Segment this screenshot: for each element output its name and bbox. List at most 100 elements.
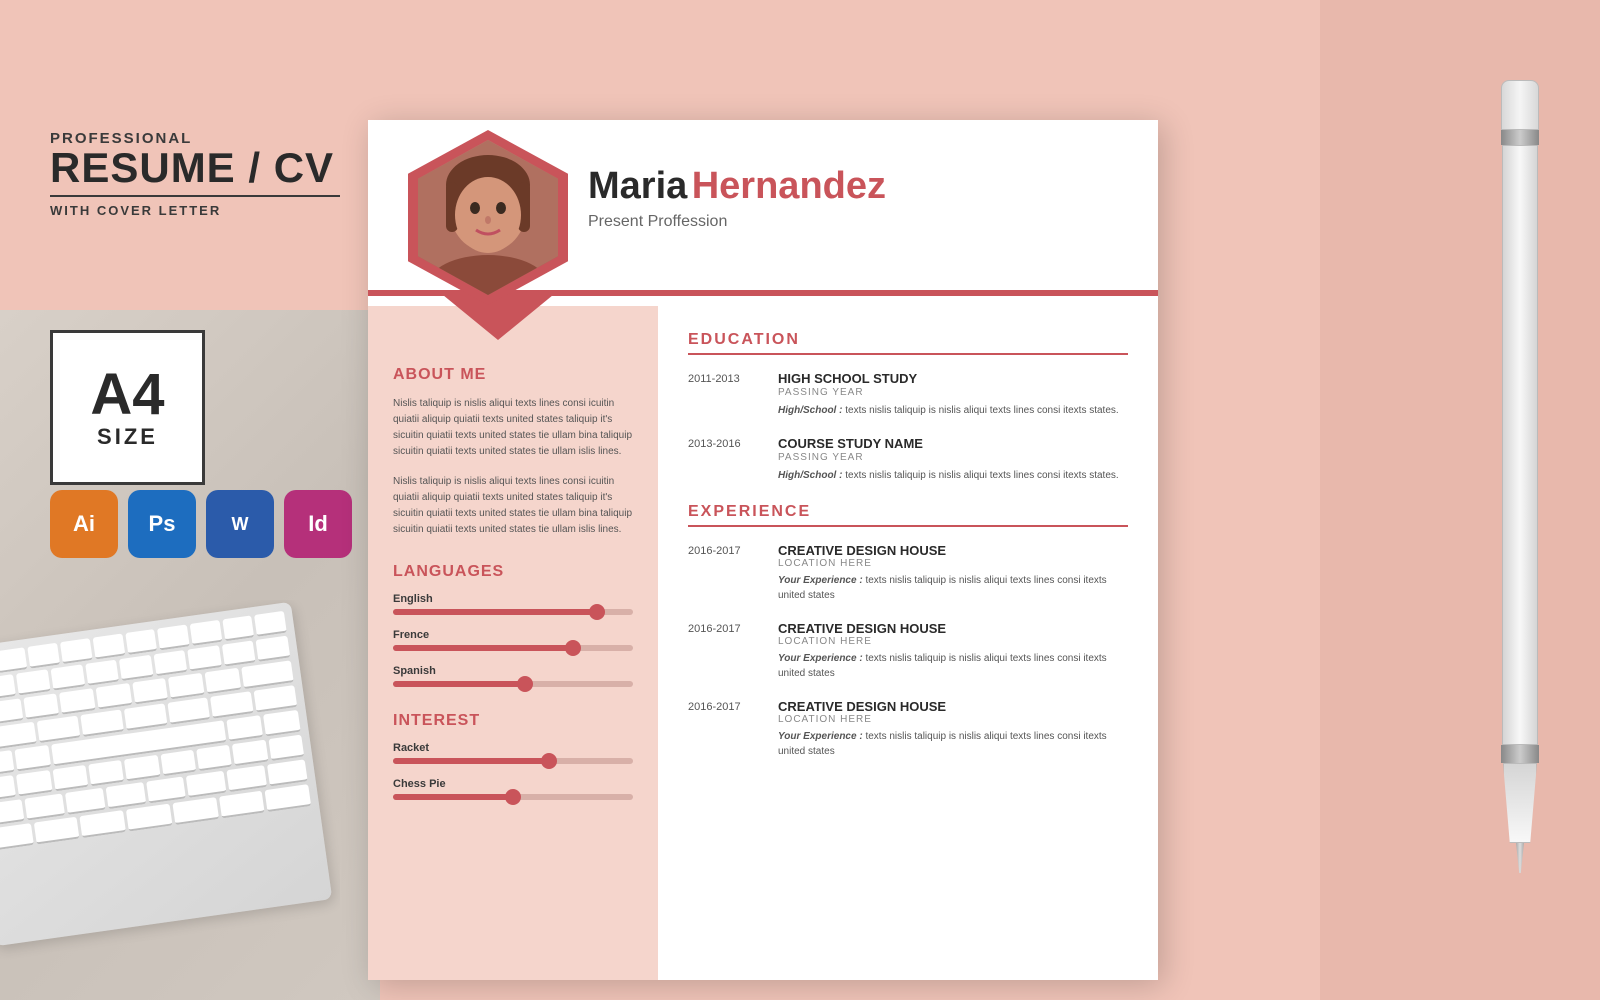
key xyxy=(256,636,290,662)
resume-document: Maria Hernandez Present Proffession ABOU… xyxy=(368,120,1158,980)
word-icon: W xyxy=(206,490,274,558)
key xyxy=(92,634,124,660)
key xyxy=(14,745,51,772)
lang-name-frence: Frence xyxy=(393,629,633,641)
brand-divider xyxy=(50,195,340,197)
key xyxy=(124,703,167,730)
exp-company-3: CREATIVE DESIGN HOUSE xyxy=(778,699,1128,714)
education-title: EDUCATION xyxy=(688,331,1128,355)
pen-bottom xyxy=(1503,763,1537,843)
key xyxy=(88,760,124,786)
name-area: Maria Hernandez Present Proffession xyxy=(588,165,886,231)
exp-content-1: CREATIVE DESIGN HOUSE LOCATION HERE Your… xyxy=(778,543,1128,603)
key xyxy=(24,793,65,820)
brand-resume-cv: RESUME / CV xyxy=(50,147,340,189)
about-me-title: ABOUT ME xyxy=(393,366,633,384)
exp-content-2: CREATIVE DESIGN HOUSE LOCATION HERE Your… xyxy=(778,621,1128,681)
exp-content-3: CREATIVE DESIGN HOUSE LOCATION HERE Your… xyxy=(778,699,1128,759)
keyboard-body xyxy=(0,602,332,946)
exp-item-1: 2016-2017 CREATIVE DESIGN HOUSE LOCATION… xyxy=(688,543,1128,603)
key xyxy=(210,691,253,718)
illustrator-icon: Ai xyxy=(50,490,118,558)
edu-degree-1: HIGH SCHOOL STUDY xyxy=(778,371,1119,386)
key xyxy=(132,678,168,704)
key xyxy=(124,755,160,781)
key xyxy=(0,750,14,777)
language-english: English xyxy=(393,593,633,615)
key xyxy=(52,765,88,791)
key xyxy=(126,804,172,832)
resume-body: ABOUT ME Nislis taliquip is nislis aliqu… xyxy=(368,306,1158,980)
lang-name-spanish: Spanish xyxy=(393,665,633,677)
profession: Present Proffession xyxy=(588,213,886,231)
key xyxy=(65,788,106,815)
key xyxy=(34,817,80,845)
key xyxy=(268,735,304,761)
interest-title: INTEREST xyxy=(393,712,633,730)
exp-desc-2: Your Experience : texts nislis taliquip … xyxy=(778,651,1128,681)
hex-inner xyxy=(418,140,558,295)
key xyxy=(167,697,210,724)
key xyxy=(16,770,52,796)
photoshop-icon: Ps xyxy=(128,490,196,558)
pen-top-cap xyxy=(1501,80,1539,130)
key xyxy=(0,775,16,801)
exp-location-2: LOCATION HERE xyxy=(778,636,1128,647)
key xyxy=(241,660,294,689)
key xyxy=(204,668,240,694)
edu-desc-2: High/School : texts nislis taliquip is n… xyxy=(778,468,1119,483)
edu-desc-1: High/School : texts nislis taliquip is n… xyxy=(778,403,1119,418)
language-spanish: Spanish xyxy=(393,665,633,687)
first-name: Maria xyxy=(588,165,687,207)
languages-title: LANGUAGES xyxy=(393,563,633,581)
key xyxy=(85,660,119,686)
key xyxy=(172,797,218,825)
pen-tip xyxy=(1516,843,1524,873)
interest-section: INTEREST Racket Chess Pie xyxy=(393,712,633,800)
lang-bar-track-english xyxy=(393,609,633,615)
exp-item-2: 2016-2017 CREATIVE DESIGN HOUSE LOCATION… xyxy=(688,621,1128,681)
interest-bar-track-chess xyxy=(393,794,633,800)
key xyxy=(186,771,227,798)
interest-bar-handle-racket xyxy=(541,753,557,769)
exp-company-1: CREATIVE DESIGN HOUSE xyxy=(778,543,1128,558)
key xyxy=(16,669,50,695)
interest-racket: Racket xyxy=(393,742,633,764)
key xyxy=(119,655,153,681)
key xyxy=(168,673,204,699)
indesign-icon: Id xyxy=(284,490,352,558)
exp-location-3: LOCATION HERE xyxy=(778,714,1128,725)
education-section: EDUCATION 2011-2013 HIGH SCHOOL STUDY PA… xyxy=(688,331,1128,483)
lang-bar-handle-spanish xyxy=(517,676,533,692)
resume-sidebar: ABOUT ME Nislis taliquip is nislis aliqu… xyxy=(368,306,658,980)
key xyxy=(254,685,297,712)
interest-chess: Chess Pie xyxy=(393,778,633,800)
key xyxy=(267,759,308,786)
exp-desc-1: Your Experience : texts nislis taliquip … xyxy=(778,573,1128,603)
edu-item-2: 2013-2016 COURSE STUDY NAME PASSING YEAR… xyxy=(688,436,1128,483)
lang-bar-handle-english xyxy=(589,604,605,620)
key xyxy=(95,683,131,709)
key xyxy=(219,791,265,819)
edu-item-1: 2011-2013 HIGH SCHOOL STUDY PASSING YEAR… xyxy=(688,371,1128,418)
key xyxy=(80,709,123,736)
key xyxy=(196,745,232,771)
language-frence: Frence xyxy=(393,629,633,651)
last-name: Hernandez xyxy=(692,165,886,207)
exp-year-1: 2016-2017 xyxy=(688,543,758,603)
exp-year-2: 2016-2017 xyxy=(688,621,758,681)
edu-year-1: 2011-2013 xyxy=(688,371,758,418)
key xyxy=(60,638,92,664)
exp-desc-3: Your Experience : texts nislis taliquip … xyxy=(778,729,1128,759)
brand-title: PROFESSIONAL RESUME / CV WITH COVER LETT… xyxy=(50,130,340,218)
key xyxy=(190,620,222,646)
a4-label: A4 xyxy=(90,366,164,424)
a4-size-label: SIZE xyxy=(97,424,158,450)
experience-section: EXPERIENCE 2016-2017 CREATIVE DESIGN HOU… xyxy=(688,503,1128,759)
key xyxy=(105,782,146,809)
key xyxy=(227,765,268,792)
lang-bar-track-frence xyxy=(393,645,633,651)
key xyxy=(263,710,300,737)
about-text-1: Nislis taliquip is nislis aliqui texts l… xyxy=(393,396,633,460)
key xyxy=(222,615,254,641)
